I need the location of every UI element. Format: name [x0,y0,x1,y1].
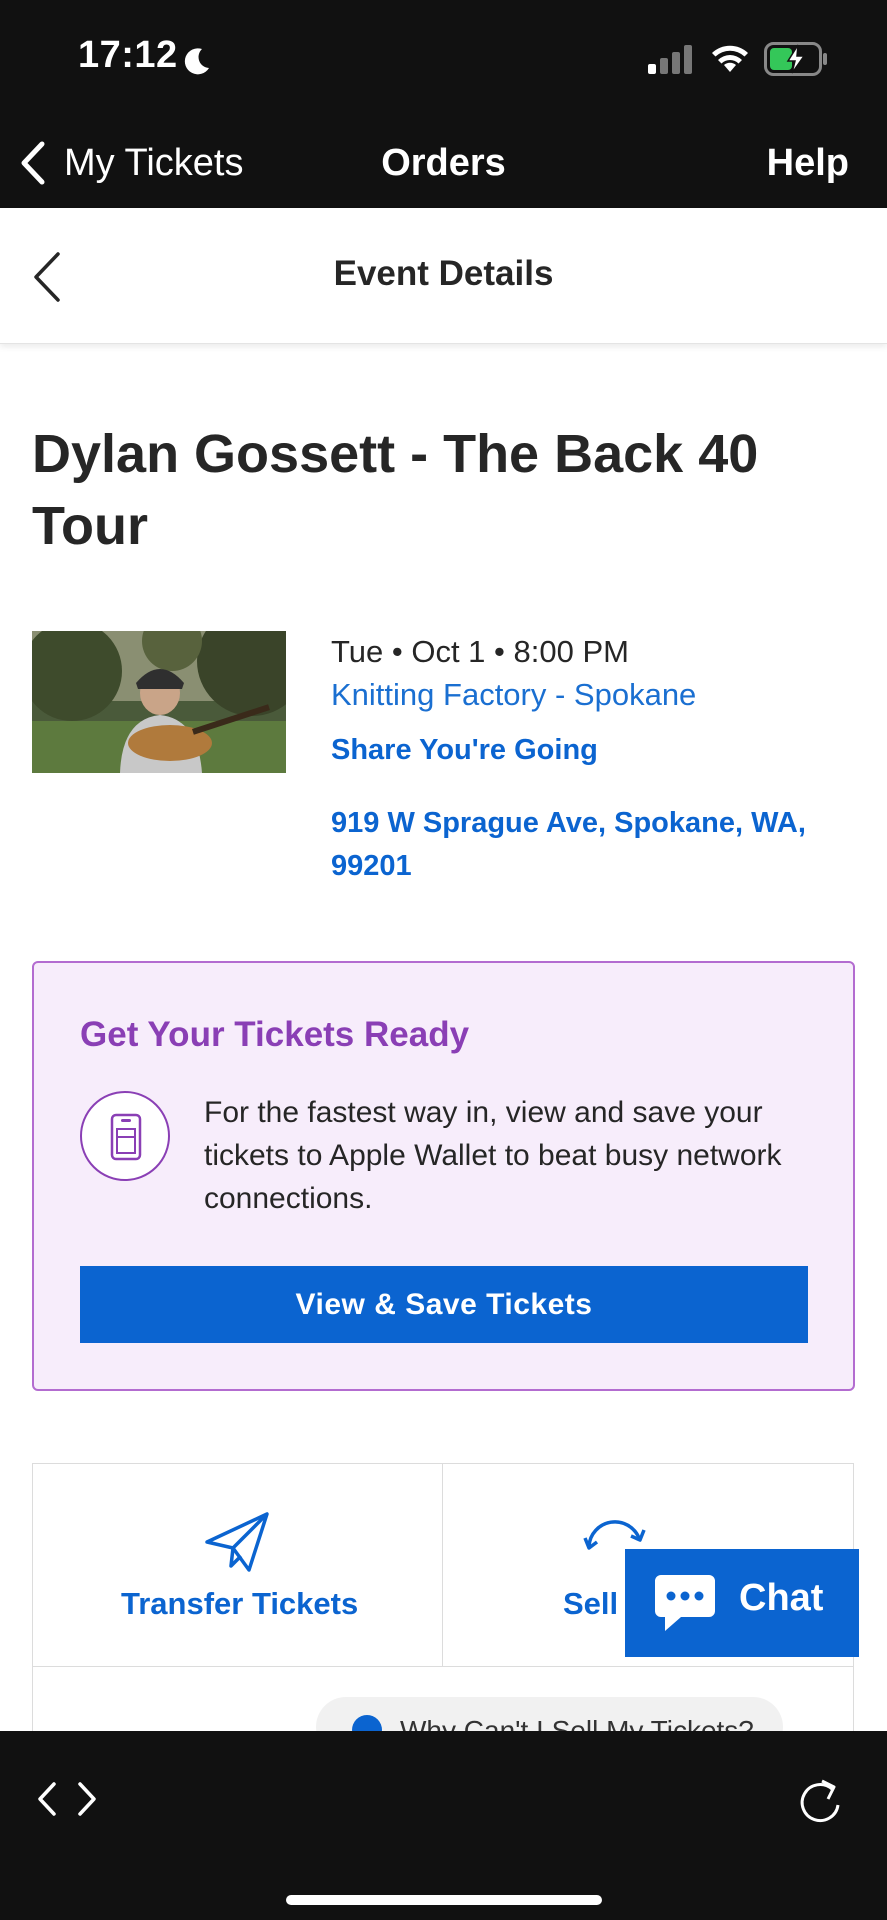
wallet-phone-icon [80,1091,170,1181]
reload-icon[interactable] [796,1775,844,1827]
browser-back-icon[interactable] [36,1781,58,1817]
paper-plane-icon [205,1512,269,1572]
event-info: Tue • Oct 1 • 8:00 PM Knitting Factory -… [331,630,861,888]
transfer-tickets-label: Transfer Tickets [121,1586,359,1621]
signal-icon [648,45,692,74]
event-details-header: Event Details [0,208,887,344]
browser-toolbar [0,1731,887,1920]
event-title: Dylan Gossett - The Back 40 Tour [32,424,759,556]
browser-forward-icon[interactable] [76,1781,98,1817]
my-tickets-back-button[interactable]: My Tickets [18,134,243,192]
chevron-left-icon [21,141,45,185]
status-time: 17:12 [78,34,178,76]
event-image [32,631,286,773]
transfer-tickets-tile[interactable]: Transfer Tickets [33,1464,443,1666]
wifi-icon [712,45,748,72]
page-title: Event Details [333,254,554,293]
view-save-tickets-button[interactable]: View & Save Tickets [80,1266,808,1343]
venue-link[interactable]: Knitting Factory - Spokane [331,674,861,716]
ready-card-text: For the fastest way in, view and save yo… [204,1096,782,1215]
tickets-ready-card: Get Your Tickets Ready For the fastest w… [32,961,855,1391]
status-bar: 17:12 [0,0,887,118]
chat-bubble-icon [655,1575,715,1631]
chat-label: Chat [739,1577,824,1619]
share-going-link[interactable]: Share You're Going [331,730,861,770]
chat-button[interactable]: Chat [625,1549,859,1657]
moon-icon [184,48,209,75]
home-indicator [286,1895,602,1905]
sell-label: Sell [563,1586,619,1621]
battery-icon [764,42,827,76]
event-date: Tue • Oct 1 • 8:00 PM [331,634,629,669]
help-button[interactable]: Help [767,134,849,192]
address-link[interactable]: 919 W Sprague Ave, Spokane, WA, 99201 [331,802,861,888]
my-tickets-label: My Tickets [64,141,244,184]
ready-card-title: Get Your Tickets Ready [80,1015,470,1054]
nav-bar: My Tickets Orders Help [0,118,887,208]
